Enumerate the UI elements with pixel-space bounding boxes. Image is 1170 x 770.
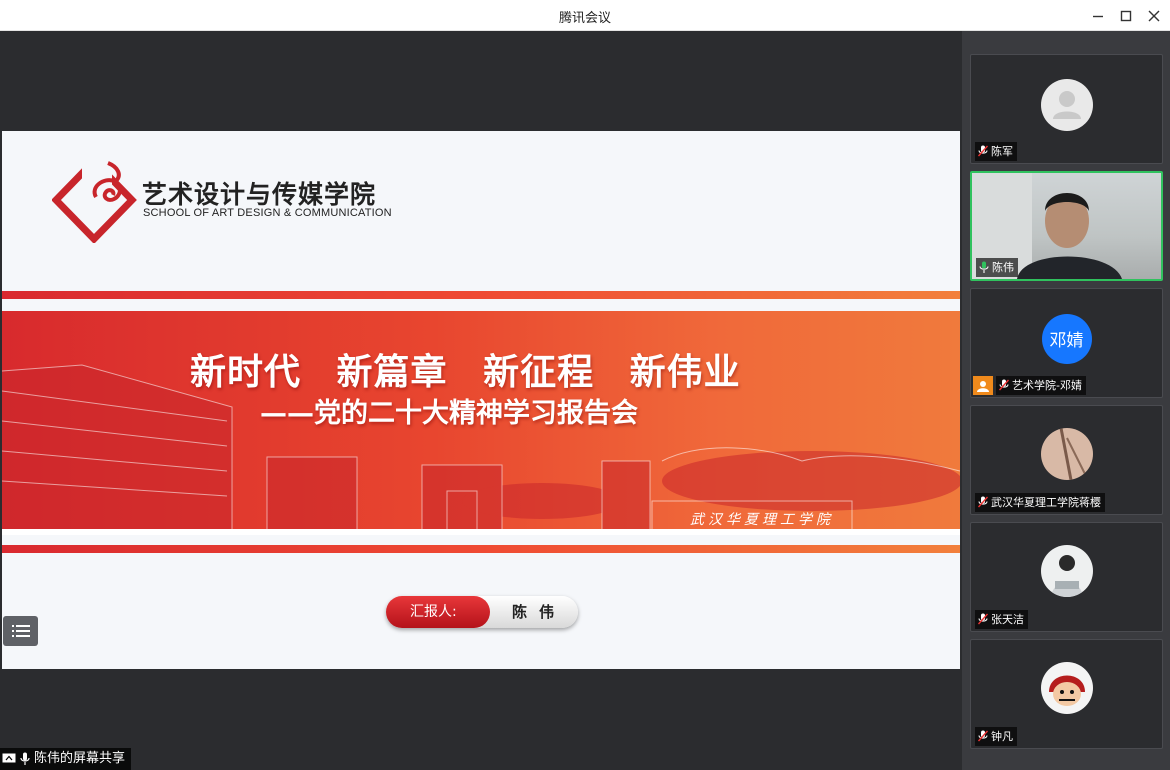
participant-name-tag: 钟凡 <box>975 727 1017 746</box>
minimize-icon <box>1093 15 1103 18</box>
minimize-button[interactable] <box>1088 6 1108 26</box>
close-button[interactable] <box>1144 6 1164 26</box>
muted-microphone-icon <box>978 145 988 157</box>
profile-photo-avatar <box>1040 661 1093 714</box>
top-stripe <box>2 291 960 299</box>
reporter-name: 陈伟 <box>512 603 567 621</box>
participant-tile-speaking[interactable]: 陈伟 <box>970 171 1163 281</box>
participant-name-tag: 艺术学院-邓婧 <box>996 376 1086 395</box>
slide-subtitle: ——党的二十大精神学习报告会 <box>260 398 638 429</box>
screen-share-area[interactable]: 艺术设计与传媒学院 SCHOOL OF ART DESIGN & COMMUNI… <box>0 31 962 770</box>
muted-microphone-icon <box>999 379 1009 391</box>
participant-name-tag: 陈军 <box>975 142 1017 161</box>
participant-name-tag: 武汉华夏理工学院蒋樱 <box>975 493 1105 512</box>
reporter-label: 汇报人: <box>386 596 490 628</box>
participant-name-tag: 陈伟 <box>976 258 1018 277</box>
school-logo: 艺术设计与传媒学院 SCHOOL OF ART DESIGN & COMMUNI… <box>52 157 392 243</box>
host-badge-icon <box>973 376 993 395</box>
title-bar: 腾讯会议 <box>0 0 1170 31</box>
participant-tile[interactable]: 陈军 <box>970 54 1163 164</box>
participant-tile[interactable]: 武汉华夏理工学院蒋樱 <box>970 405 1163 515</box>
list-icon <box>11 625 30 637</box>
close-icon <box>1148 10 1160 22</box>
default-avatar-icon <box>1040 78 1093 131</box>
participant-name-tag: 张天洁 <box>975 610 1028 629</box>
screen-share-status: 陈伟的屏幕共享 <box>0 748 132 770</box>
screen-share-label: 陈伟的屏幕共享 <box>34 751 126 766</box>
muted-microphone-icon <box>978 730 988 742</box>
presentation-slide: 艺术设计与传媒学院 SCHOOL OF ART DESIGN & COMMUNI… <box>2 131 960 669</box>
bottom-stripe <box>2 545 960 553</box>
initials-avatar: 邓婧 <box>1041 313 1092 364</box>
maximize-icon <box>1120 10 1132 22</box>
reporter-pill: 汇报人: 陈伟 <box>386 596 578 628</box>
participant-tile[interactable]: 钟凡 <box>970 639 1163 749</box>
window-title: 腾讯会议 <box>558 11 611 26</box>
maximize-button[interactable] <box>1116 6 1136 26</box>
profile-photo-avatar <box>1040 544 1093 597</box>
participant-tile[interactable]: 邓婧 艺术学院-邓婧 <box>970 288 1163 398</box>
school-emblem-icon <box>52 157 137 243</box>
meeting-window: 腾讯会议 艺术设计与传媒学院 SCHOOL OF ART DESIGN & CO… <box>0 0 1170 770</box>
active-microphone-icon <box>979 261 989 273</box>
screen-share-icon <box>2 753 16 763</box>
title-banner: 新时代 新篇章 新征程 新伟业 ——党的二十大精神学习报告会 武汉华夏理工学院 <box>2 311 960 535</box>
muted-microphone-icon <box>978 613 988 625</box>
muted-microphone-icon <box>978 496 988 508</box>
profile-photo-avatar <box>1040 427 1093 480</box>
participant-tile[interactable]: 张天洁 <box>970 522 1163 632</box>
slide-headline: 新时代 新篇章 新征程 新伟业 <box>190 352 741 393</box>
microphone-icon <box>20 752 30 765</box>
school-name-en: SCHOOL OF ART DESIGN & COMMUNICATION <box>143 207 392 219</box>
outline-list-button[interactable] <box>3 616 38 646</box>
participant-panel: 陈军 陈伟 邓婧 艺术学院-邓婧 武汉华夏理工学院蒋樱 张天洁 钟凡 <box>962 31 1170 770</box>
university-calligraphy: 武汉华夏理工学院 <box>690 512 834 528</box>
school-name-cn: 艺术设计与传媒学院 <box>142 180 377 209</box>
